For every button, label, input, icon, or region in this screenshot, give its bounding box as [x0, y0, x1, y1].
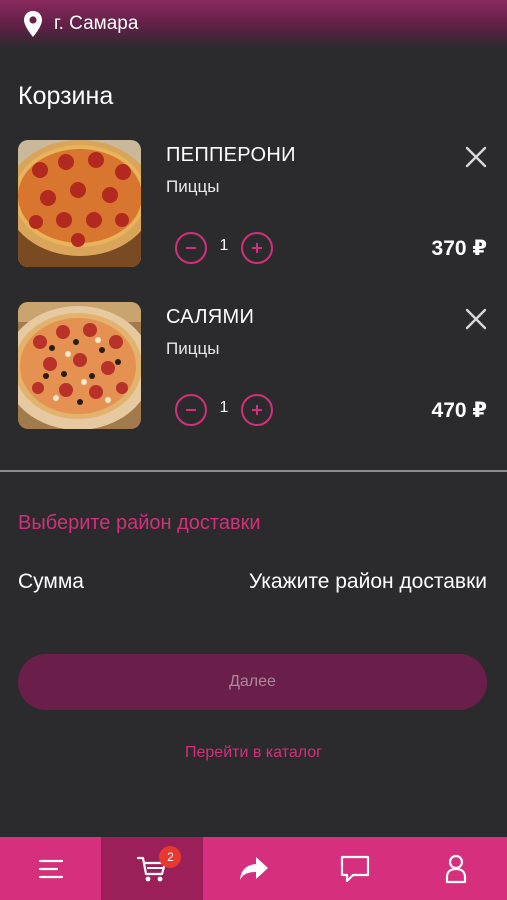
increase-quantity-button[interactable]: [241, 232, 273, 264]
next-button[interactable]: Далее: [18, 654, 487, 710]
share-icon: [239, 856, 268, 880]
tab-cart[interactable]: 2: [101, 837, 203, 900]
tab-chat[interactable]: [304, 837, 405, 900]
minus-icon: [186, 409, 196, 411]
plus-icon: [252, 405, 262, 415]
item-quantity: 1: [219, 237, 229, 254]
select-district-link[interactable]: Выберите район доставки: [18, 512, 261, 535]
bottom-tab-bar: 2: [0, 837, 507, 900]
cart-item: ПЕППЕРОНИ Пиццы 1 370 ₽: [0, 140, 507, 270]
item-quantity: 1: [219, 399, 229, 416]
decrease-quantity-button[interactable]: [175, 232, 207, 264]
item-price: 470 ₽: [431, 399, 487, 422]
divider: [0, 470, 507, 472]
item-name: САЛЯМИ: [166, 306, 255, 328]
profile-icon: [446, 854, 467, 883]
tab-menu[interactable]: [0, 837, 101, 900]
city-selector[interactable]: г. Самара: [54, 13, 138, 35]
item-name: ПЕППЕРОНИ: [166, 144, 296, 166]
item-price: 370 ₽: [431, 237, 487, 260]
pepperoni-pizza-image: [18, 140, 141, 267]
remove-item-icon[interactable]: [463, 306, 489, 332]
sum-value: Укажите район доставки: [248, 570, 487, 593]
minus-icon: [186, 247, 196, 249]
increase-quantity-button[interactable]: [241, 394, 273, 426]
remove-item-icon[interactable]: [463, 144, 489, 170]
plus-icon: [252, 243, 262, 253]
cart-count-badge: 2: [159, 846, 182, 868]
page-title: Корзина: [18, 82, 114, 110]
sum-label: Сумма: [18, 570, 84, 593]
tab-share[interactable]: [203, 837, 304, 900]
decrease-quantity-button[interactable]: [175, 394, 207, 426]
menu-icon: [38, 859, 63, 878]
salami-pizza-image: [18, 302, 141, 429]
chat-icon: [340, 855, 370, 882]
go-to-catalog-link[interactable]: Перейти в каталог: [0, 744, 507, 762]
top-bar: г. Самара: [0, 0, 507, 48]
item-category: Пиццы: [166, 177, 220, 196]
location-pin-icon: [24, 11, 42, 37]
item-category: Пиццы: [166, 339, 220, 358]
tab-profile[interactable]: [406, 837, 507, 900]
cart-item: САЛЯМИ Пиццы 1 470 ₽: [0, 302, 507, 432]
